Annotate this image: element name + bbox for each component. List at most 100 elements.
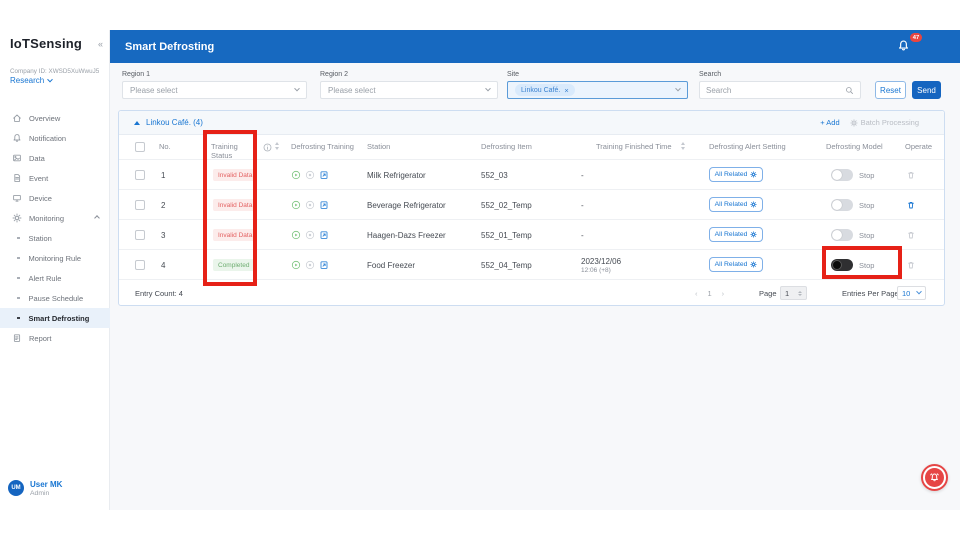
all-related-label: All Related	[715, 231, 748, 238]
data-icon	[12, 153, 22, 163]
chevron-down-icon	[485, 86, 491, 92]
reset-button[interactable]: Reset	[875, 81, 906, 99]
alarm-button[interactable]	[921, 464, 948, 491]
group-title[interactable]: Linkou Café. (4)	[146, 118, 203, 127]
training-report-icon[interactable]	[319, 260, 329, 270]
sidebar-item-smart-defrosting[interactable]: Smart Defrosting	[0, 308, 110, 328]
gear-icon	[850, 119, 858, 127]
avatar: UM	[8, 480, 24, 496]
home-icon	[12, 113, 22, 123]
sidebar-item-label: Notification	[29, 134, 66, 143]
page-input-wrap	[780, 286, 807, 300]
page-number-button[interactable]: 1	[708, 289, 712, 298]
bullet-icon	[17, 237, 20, 240]
sidebar-item-label: Event	[29, 174, 48, 183]
page-stepper[interactable]	[798, 291, 802, 296]
region2-label: Region 2	[320, 71, 348, 78]
training-report-icon[interactable]	[319, 230, 329, 240]
region2-placeholder: Please select	[328, 86, 376, 95]
bullet-icon	[17, 297, 20, 300]
finished-date: 2023/12/06	[581, 257, 621, 266]
sidebar-item-notification[interactable]: Notification	[0, 128, 110, 148]
sidebar-item-alert-rule[interactable]: Alert Rule	[0, 268, 110, 288]
start-training-icon[interactable]	[291, 230, 301, 240]
model-state-label: Stop	[859, 201, 874, 210]
app-window: IoTSensing « Company ID: XWSD5XuWwuJ5 Re…	[0, 30, 960, 510]
collapse-triangle-icon[interactable]	[134, 121, 140, 125]
sidebar-item-overview[interactable]: Overview	[0, 108, 110, 128]
sidebar-item-data[interactable]: Data	[0, 148, 110, 168]
sort-icon[interactable]	[681, 142, 685, 150]
start-training-icon[interactable]	[291, 260, 301, 270]
sort-icon[interactable]	[275, 142, 279, 150]
model-toggle[interactable]	[831, 259, 853, 271]
start-training-icon[interactable]	[291, 170, 301, 180]
entries-per-page-select[interactable]: 10	[897, 286, 926, 300]
site-tag-label: Linkou Café.	[521, 87, 560, 94]
info-icon[interactable]	[263, 143, 272, 152]
all-related-button[interactable]: All Related	[709, 257, 763, 272]
bell-icon	[12, 133, 22, 143]
model-toggle[interactable]	[831, 169, 853, 181]
row-number: 1	[161, 171, 165, 180]
alarm-icon	[925, 468, 944, 487]
row-checkbox[interactable]	[135, 170, 145, 180]
sidebar-item-monitoring-rule[interactable]: Monitoring Rule	[0, 248, 110, 268]
send-button[interactable]: Send	[912, 81, 941, 99]
model-toggle[interactable]	[831, 199, 853, 211]
sidebar-subitem-label: Smart Defrosting	[29, 314, 90, 323]
sidebar-item-label: Device	[29, 194, 52, 203]
chevron-down-icon	[675, 86, 681, 92]
all-related-label: All Related	[715, 171, 748, 178]
row-checkbox[interactable]	[135, 230, 145, 240]
entries-per-page-label: Entries Per Page	[842, 289, 899, 298]
page-input[interactable]	[781, 289, 797, 298]
table-card: Linkou Café. (4) + Add Batch Processing …	[118, 110, 945, 306]
col-defrosting-item: Defrosting Item	[481, 142, 532, 151]
sidebar-item-monitoring[interactable]: Monitoring	[0, 208, 110, 228]
trash-icon	[906, 200, 916, 210]
delete-button	[906, 170, 916, 180]
company-id: Company ID: XWSD5XuWwuJ5	[10, 68, 99, 75]
table-row: 1 Invalid Data Milk Refrigerator 552_03 …	[119, 159, 944, 189]
user-profile[interactable]: UM User MK Admin	[8, 480, 62, 497]
sidebar-collapse-icon[interactable]: «	[98, 39, 103, 49]
all-related-button[interactable]: All Related	[709, 227, 763, 242]
station-name: Beverage Refrigerator	[367, 201, 446, 210]
delete-button[interactable]	[906, 200, 916, 210]
model-state-label: Stop	[859, 171, 874, 180]
row-checkbox[interactable]	[135, 200, 145, 210]
sidebar-subitem-label: Station	[29, 234, 52, 243]
sidebar-item-label: Data	[29, 154, 45, 163]
entries-per-page-value: 10	[902, 289, 910, 298]
start-training-icon[interactable]	[291, 200, 301, 210]
table-row: 3 Invalid Data Haagen-Dazs Freezer 552_0…	[119, 219, 944, 249]
all-related-button[interactable]: All Related	[709, 197, 763, 212]
page-label: Page	[759, 289, 777, 298]
remove-tag-icon[interactable]: ×	[564, 86, 568, 95]
region1-select[interactable]: Please select	[122, 81, 307, 99]
chevron-down-icon	[294, 86, 300, 92]
sidebar-item-report[interactable]: Report	[0, 328, 110, 348]
sidebar-item-device[interactable]: Device	[0, 188, 110, 208]
notification-bell-button[interactable]	[897, 39, 910, 52]
col-training-status: Training Status	[211, 142, 257, 161]
sidebar-item-pause-schedule[interactable]: Pause Schedule	[0, 288, 110, 308]
sidebar: IoTSensing « Company ID: XWSD5XuWwuJ5 Re…	[0, 30, 110, 510]
event-icon	[12, 173, 22, 183]
model-toggle[interactable]	[831, 229, 853, 241]
select-all-checkbox[interactable]	[135, 142, 145, 152]
col-defrosting-model: Defrosting Model	[826, 142, 883, 151]
sidebar-item-station[interactable]: Station	[0, 228, 110, 248]
row-checkbox[interactable]	[135, 260, 145, 270]
region2-select[interactable]: Please select	[320, 81, 498, 99]
all-related-button[interactable]: All Related	[709, 167, 763, 182]
workspace-switcher[interactable]: Research	[10, 76, 52, 85]
group-header: Linkou Café. (4) + Add Batch Processing	[119, 111, 944, 135]
add-button[interactable]: + Add	[820, 118, 839, 127]
site-select[interactable]: Linkou Café. ×	[507, 81, 688, 99]
training-report-icon[interactable]	[319, 170, 329, 180]
training-report-icon[interactable]	[319, 200, 329, 210]
sidebar-item-event[interactable]: Event	[0, 168, 110, 188]
search-input[interactable]	[706, 86, 845, 95]
